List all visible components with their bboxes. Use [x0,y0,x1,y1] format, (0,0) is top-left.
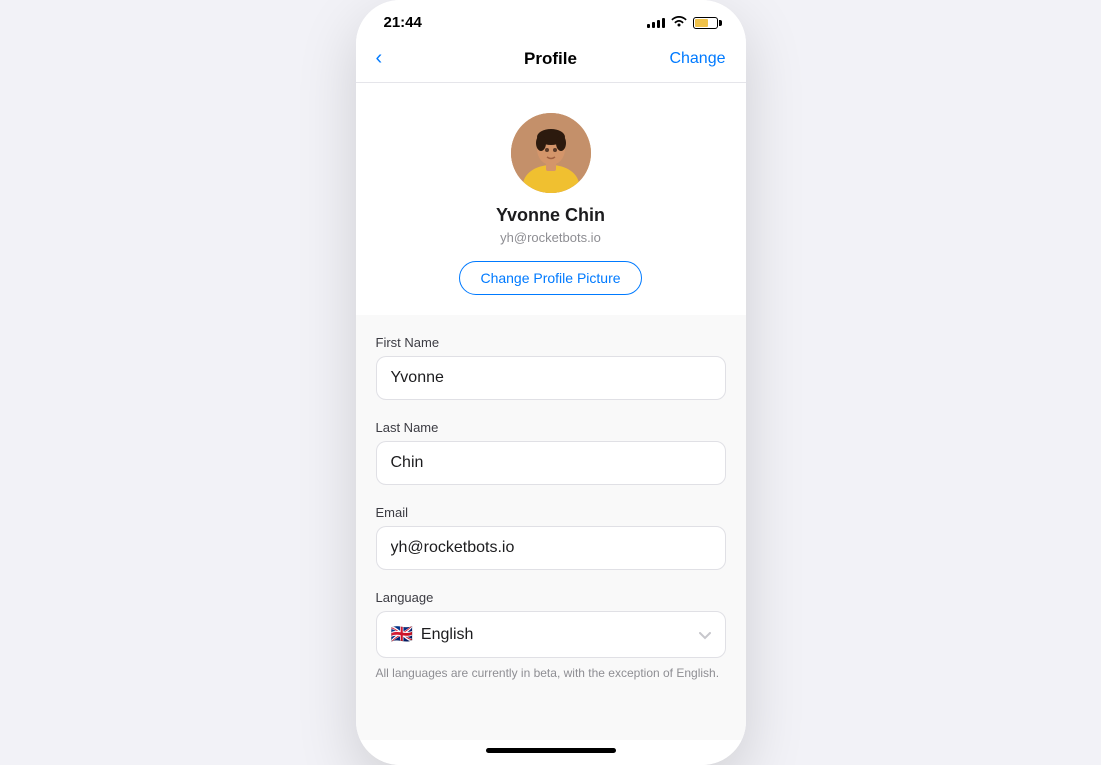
language-group: Language 🇬🇧 English All [376,590,726,680]
language-label: Language [376,590,726,605]
language-select[interactable]: 🇬🇧 English [376,611,726,658]
change-profile-picture-button[interactable]: Change Profile Picture [459,261,641,295]
signal-bar-1 [647,24,650,28]
avatar [511,113,591,193]
change-button[interactable]: Change [666,50,726,68]
flag-icon: 🇬🇧 [391,624,413,645]
status-icons [647,15,718,31]
chevron-down-icon [699,627,711,643]
profile-header: Yvonne Chin yh@rocketbots.io Change Prof… [356,83,746,315]
language-dropdown: 🇬🇧 English [376,611,726,658]
avatar-image [511,113,591,193]
content-area: Yvonne Chin yh@rocketbots.io Change Prof… [356,83,746,740]
signal-bars-icon [647,18,665,28]
signal-bar-2 [652,22,655,28]
battery-icon [693,17,718,29]
wifi-icon [671,15,687,31]
signal-bar-3 [657,20,660,28]
language-left: 🇬🇧 English [391,624,474,645]
user-email: yh@rocketbots.io [500,230,601,245]
first-name-label: First Name [376,335,726,350]
first-name-group: First Name [376,335,726,400]
language-note: All languages are currently in beta, wit… [376,666,726,680]
status-time: 21:44 [384,14,422,31]
profile-form: First Name Last Name Email Language [356,315,746,680]
language-value: English [421,626,473,644]
home-indicator [356,740,746,765]
first-name-input[interactable] [376,356,726,400]
back-button[interactable]: ‹ [376,47,436,70]
signal-bar-4 [662,18,665,28]
last-name-group: Last Name [376,420,726,485]
home-bar [486,748,616,753]
nav-bar: ‹ Profile Change [356,39,746,83]
user-name: Yvonne Chin [496,205,605,226]
email-group: Email [376,505,726,570]
status-bar: 21:44 [356,0,746,39]
last-name-input[interactable] [376,441,726,485]
battery-fill [695,19,709,27]
email-label: Email [376,505,726,520]
last-name-label: Last Name [376,420,726,435]
phone-frame: 21:44 ‹ Profile Change [356,0,746,765]
email-input[interactable] [376,526,726,570]
page-title: Profile [524,49,577,69]
